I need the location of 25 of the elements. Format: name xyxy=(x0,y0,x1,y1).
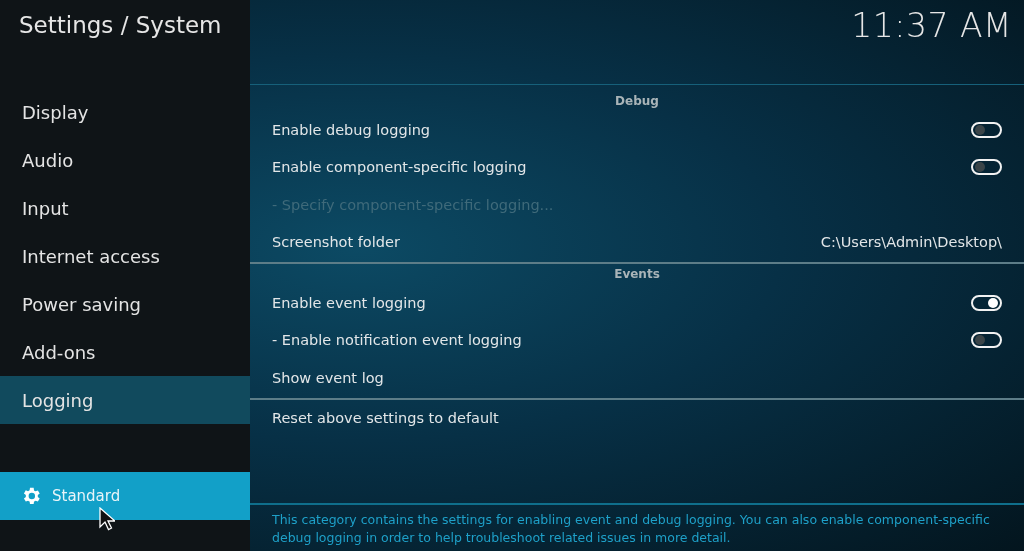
toggle-switch[interactable] xyxy=(971,332,1002,349)
sidebar-item[interactable]: Audio xyxy=(0,136,250,184)
page-title: Settings / System xyxy=(18,11,223,40)
sidebar-item[interactable]: Internet access xyxy=(0,232,250,280)
sidebar-item[interactable]: Input xyxy=(0,184,250,232)
section-heading: Events xyxy=(613,266,661,283)
sidebar-item[interactable]: Logging xyxy=(0,376,250,424)
toggle-switch[interactable] xyxy=(971,294,1002,311)
sidebar-item[interactable]: Display xyxy=(0,88,250,136)
setting-label[interactable]: Enable event logging xyxy=(272,294,426,311)
setting-label[interactable]: Reset above settings to default xyxy=(272,410,499,427)
toggle-switch[interactable] xyxy=(971,159,1002,176)
clock: 11:37 AM xyxy=(851,5,1013,44)
sidebar-item[interactable]: Add-ons xyxy=(0,328,250,376)
toggle-switch[interactable] xyxy=(971,121,1002,138)
setting-label[interactable]: Screenshot folder xyxy=(272,234,400,251)
setting-label[interactable]: Enable debug logging xyxy=(272,121,431,138)
setting-label[interactable]: - Enable notification event logging xyxy=(272,332,522,349)
section-heading: Debug xyxy=(614,93,660,110)
sidebar-item[interactable]: Power saving xyxy=(0,280,250,328)
mouse-cursor-icon xyxy=(99,507,115,531)
category-description: This category contains the settings for enabling event and debug logging. You can also enable component-specific debug logging in order to help troubleshoot related issues in more detail. xyxy=(272,511,991,547)
setting-label[interactable]: Show event log xyxy=(272,369,384,386)
setting-label[interactable]: Enable component-specific logging xyxy=(272,159,527,176)
setting-value: C:\Users\Admin\Desktop\ xyxy=(820,234,1002,251)
